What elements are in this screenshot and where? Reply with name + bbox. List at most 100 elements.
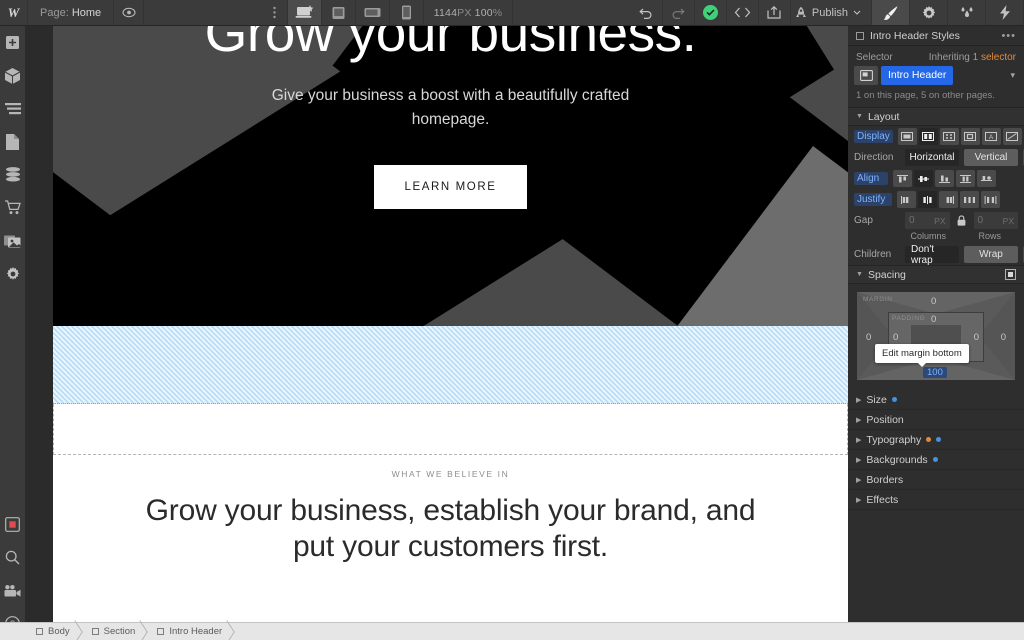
page-selector[interactable]: Page: Home bbox=[28, 0, 115, 25]
padding-left-value[interactable]: 0 bbox=[893, 332, 898, 343]
code-view-button[interactable] bbox=[727, 0, 759, 25]
spacing-mode-icon[interactable] bbox=[1005, 269, 1016, 280]
webflow-logo[interactable]: W bbox=[0, 0, 28, 25]
sidebar-item-ecommerce[interactable] bbox=[0, 191, 25, 224]
justify-start-button[interactable] bbox=[897, 191, 916, 208]
sidebar-item-cms[interactable] bbox=[0, 158, 25, 191]
inheriting-info[interactable]: Inheriting 1 selector bbox=[929, 52, 1016, 63]
align-center-button[interactable] bbox=[914, 170, 933, 187]
sidebar-item-pages[interactable] bbox=[0, 125, 25, 158]
design-canvas[interactable]: Grow your business. Give your business a… bbox=[25, 26, 848, 622]
sidebar-item-video-tutorials[interactable] bbox=[0, 574, 25, 607]
justify-space-between-button[interactable] bbox=[960, 191, 979, 208]
section-header-effects[interactable]: ▶ Effects bbox=[848, 490, 1024, 510]
canvas-options-button[interactable] bbox=[262, 0, 288, 25]
section-header-backgrounds[interactable]: ▶ Backgrounds bbox=[848, 450, 1024, 470]
direction-vertical-button[interactable]: Vertical bbox=[964, 149, 1018, 166]
breakpoint-mobile-portrait[interactable] bbox=[390, 0, 424, 25]
redo-button[interactable] bbox=[663, 0, 695, 25]
publish-button[interactable]: Publish bbox=[791, 0, 872, 25]
breakpoint-desktop[interactable] bbox=[287, 0, 322, 25]
export-button[interactable] bbox=[759, 0, 791, 25]
display-grid-button[interactable] bbox=[939, 128, 959, 145]
justify-label[interactable]: Justify bbox=[854, 193, 892, 206]
breadcrumb-item-body[interactable]: Body bbox=[28, 623, 84, 640]
display-inline-block-button[interactable] bbox=[960, 128, 980, 145]
margin-top-value[interactable]: 0 bbox=[931, 296, 936, 307]
breakpoint-mobile-landscape[interactable] bbox=[356, 0, 390, 25]
section-header-layout[interactable]: ▼ Layout bbox=[848, 107, 1024, 126]
display-flex-button[interactable] bbox=[918, 128, 938, 145]
direction-horizontal-button[interactable]: Horizontal bbox=[905, 149, 959, 166]
cart-icon bbox=[4, 200, 21, 215]
padding-label: PADDING bbox=[892, 315, 926, 322]
sidebar-item-components[interactable] bbox=[0, 59, 25, 92]
style-panel[interactable]: Intro Header Styles ••• Selector Inherit… bbox=[848, 26, 1024, 640]
undo-button[interactable] bbox=[631, 0, 663, 25]
breadcrumb-item-intro-header[interactable]: Intro Header bbox=[149, 623, 236, 640]
section-header-borders[interactable]: ▶ Borders bbox=[848, 470, 1024, 490]
display-block-button[interactable] bbox=[897, 128, 917, 145]
margin-right-zone[interactable] bbox=[979, 292, 1015, 380]
class-selector-box[interactable]: Intro Header ▾ bbox=[848, 66, 1024, 90]
section-header-size[interactable]: ▶ Size bbox=[848, 390, 1024, 410]
sidebar-item-search[interactable] bbox=[0, 541, 25, 574]
align-baseline-button[interactable] bbox=[977, 170, 996, 187]
save-status-button[interactable] bbox=[695, 0, 727, 25]
display-inline-button[interactable]: A bbox=[981, 128, 1001, 145]
align-end-button[interactable] bbox=[935, 170, 954, 187]
gap-rows-input[interactable]: 0 PX bbox=[973, 212, 1018, 229]
believe-section[interactable]: WHAT WE BELIEVE IN Grow your business, e… bbox=[53, 455, 848, 565]
intro-header-section[interactable]: Grow your business. Give your business a… bbox=[53, 26, 848, 326]
sidebar-item-video-record[interactable] bbox=[0, 508, 25, 541]
align-label[interactable]: Align bbox=[854, 172, 888, 185]
display-none-button[interactable] bbox=[1002, 128, 1022, 145]
settings-panel-tab[interactable] bbox=[910, 0, 948, 25]
effects-label: Effects bbox=[866, 493, 899, 506]
margin-right-value[interactable]: 0 bbox=[1001, 332, 1006, 343]
class-image-icon[interactable] bbox=[854, 66, 878, 85]
style-panel-tab[interactable] bbox=[872, 0, 910, 25]
element-box-icon bbox=[36, 628, 43, 635]
padding-right-value[interactable]: 0 bbox=[974, 332, 979, 343]
chevron-down-icon[interactable]: ▾ bbox=[1010, 70, 1018, 81]
sidebar-item-add-elements[interactable] bbox=[0, 26, 25, 59]
believe-heading[interactable]: Grow your business, establish your brand… bbox=[131, 493, 771, 565]
gap-columns-input[interactable]: 0 PX bbox=[905, 212, 950, 229]
hero-subheading[interactable]: Give your business a boost with a beauti… bbox=[241, 84, 661, 132]
justify-center-button[interactable] bbox=[918, 191, 937, 208]
interactions-panel-tab[interactable] bbox=[948, 0, 986, 25]
align-start-button[interactable] bbox=[893, 170, 912, 187]
empty-container-block[interactable] bbox=[53, 404, 848, 455]
canvas-size-indicator[interactable]: 1144 PX 100 % bbox=[424, 0, 514, 25]
preview-toggle[interactable] bbox=[114, 0, 145, 25]
justify-end-button[interactable] bbox=[939, 191, 958, 208]
spacing-widget[interactable]: MARGIN 0 0 0 100 PADDING 0 0 0 Edit marg… bbox=[857, 292, 1015, 380]
display-label[interactable]: Display bbox=[854, 130, 893, 143]
section-header-spacing[interactable]: ▼ Spacing bbox=[848, 265, 1024, 284]
lock-icon[interactable] bbox=[955, 215, 969, 226]
margin-bottom-value[interactable]: 100 bbox=[923, 367, 947, 378]
more-dots-icon[interactable]: ••• bbox=[1001, 30, 1016, 42]
children-dont-wrap-button[interactable]: Don't wrap bbox=[905, 244, 959, 266]
breadcrumb-item-section[interactable]: Section bbox=[84, 623, 150, 640]
borders-label: Borders bbox=[866, 473, 904, 486]
section-header-position[interactable]: ▶ Position bbox=[848, 410, 1024, 430]
align-stretch-button[interactable] bbox=[956, 170, 975, 187]
children-wrap-button[interactable]: Wrap bbox=[964, 246, 1018, 263]
effects-panel-tab[interactable] bbox=[986, 0, 1024, 25]
hero-heading[interactable]: Grow your business. bbox=[205, 26, 697, 60]
sidebar-item-assets[interactable] bbox=[0, 224, 25, 257]
class-tag-intro-header[interactable]: Intro Header bbox=[881, 66, 954, 85]
believe-eyebrow[interactable]: WHAT WE BELIEVE IN bbox=[53, 469, 848, 479]
padding-top-value[interactable]: 0 bbox=[931, 314, 936, 325]
hero-learn-more-button[interactable]: LEARN MORE bbox=[374, 165, 527, 209]
section-header-typography[interactable]: ▶ Typography bbox=[848, 430, 1024, 450]
layers-icon bbox=[4, 102, 21, 115]
sidebar-item-navigator[interactable] bbox=[0, 92, 25, 125]
margin-left-value[interactable]: 0 bbox=[866, 332, 871, 343]
page-body[interactable]: Grow your business. Give your business a… bbox=[53, 26, 848, 622]
justify-space-around-button[interactable] bbox=[981, 191, 1000, 208]
sidebar-item-settings[interactable] bbox=[0, 257, 25, 290]
breakpoint-tablet[interactable] bbox=[322, 0, 356, 25]
